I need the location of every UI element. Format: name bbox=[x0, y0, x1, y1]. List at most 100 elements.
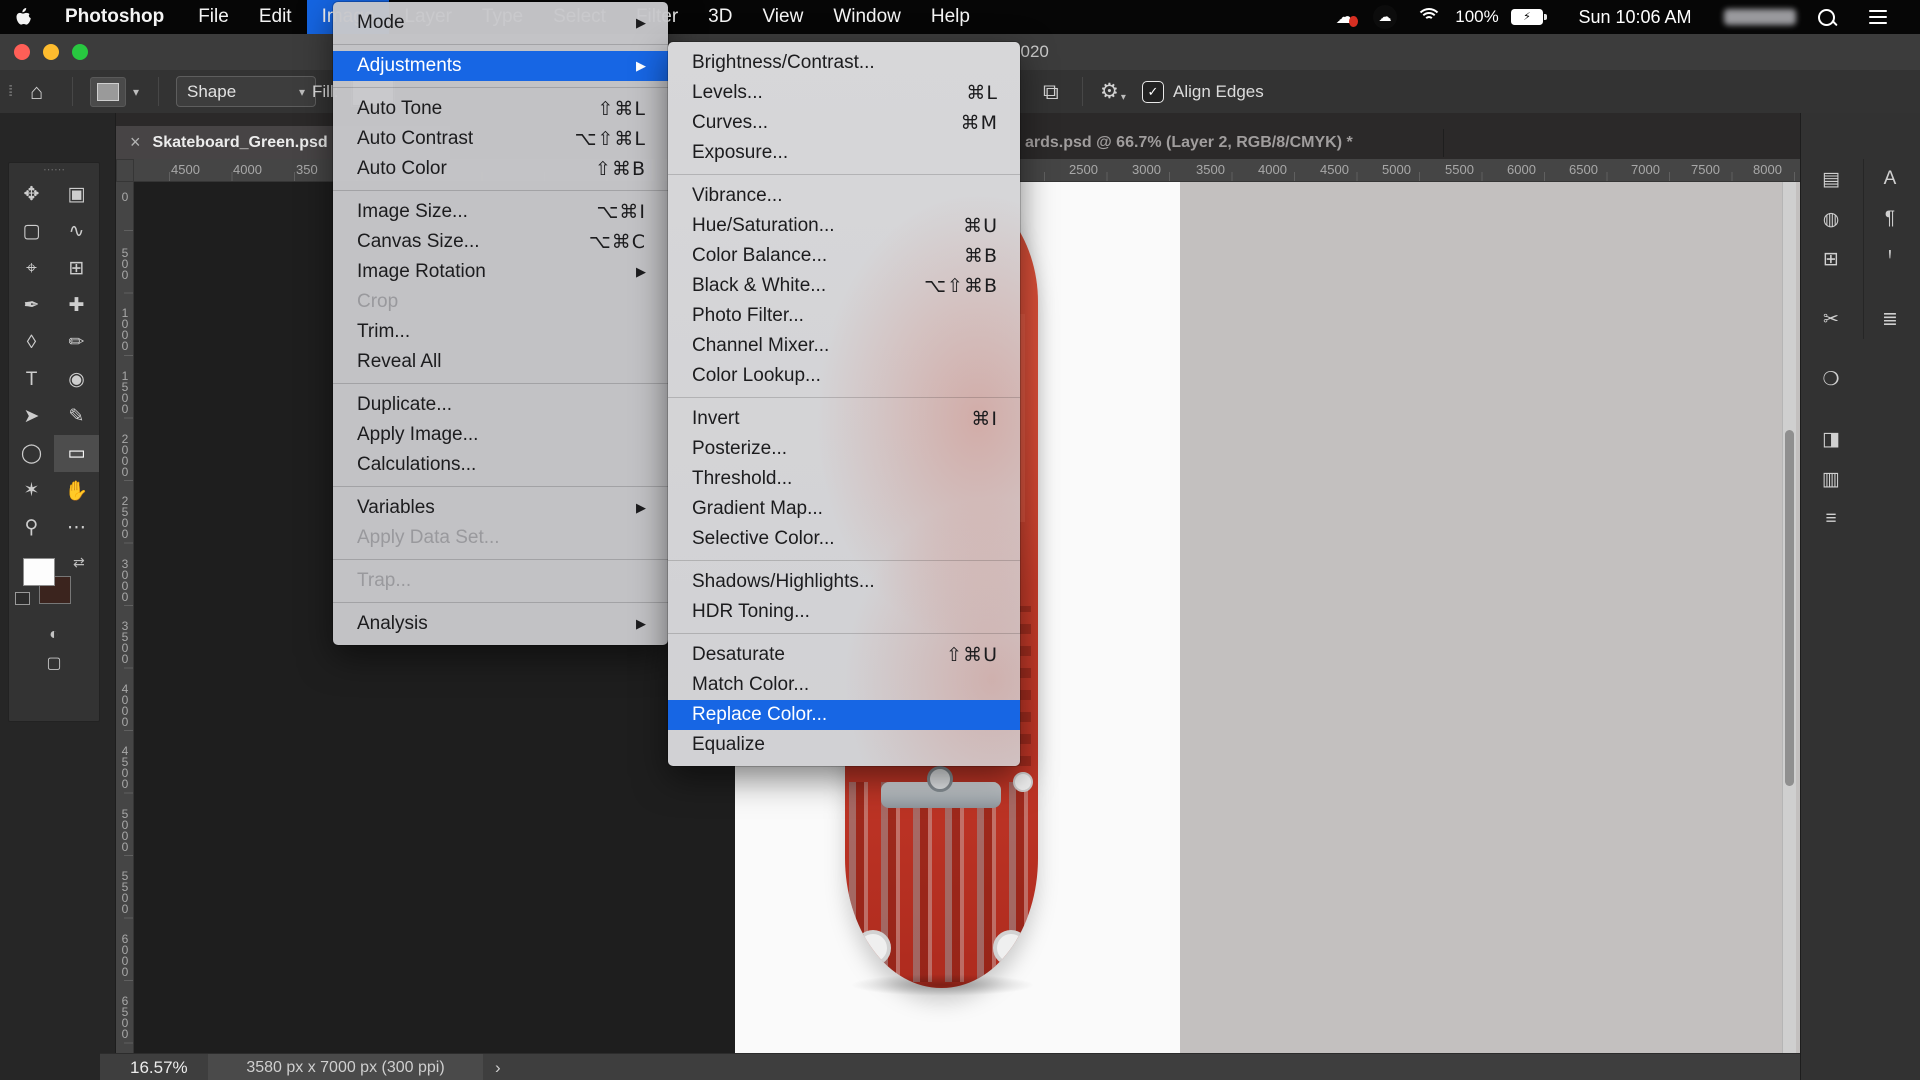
path-selection-tool[interactable]: ➤ bbox=[9, 398, 54, 435]
menu-item-adjustments[interactable]: Adjustments ▶ bbox=[333, 51, 668, 81]
tool-mode-select[interactable]: Shape ▾ bbox=[176, 70, 316, 113]
marquee-tool[interactable]: ▢ bbox=[9, 213, 54, 250]
menubar-item-photoshop[interactable]: Photoshop bbox=[46, 0, 183, 34]
menu-item-brightness-contrast[interactable]: Brightness/Contrast... bbox=[668, 48, 1020, 78]
menu-item-reveal-all[interactable]: Reveal All bbox=[333, 347, 668, 377]
menubar-clock[interactable]: Sun 10:06 AM bbox=[1560, 0, 1710, 34]
status-chevron-icon[interactable]: › bbox=[495, 1054, 501, 1080]
menubar-item-window[interactable]: Window bbox=[818, 0, 916, 34]
menu-item-levels[interactable]: Levels... ⌘L bbox=[668, 78, 1020, 108]
menu-item-mode[interactable]: Mode ▶ bbox=[333, 8, 668, 38]
shape-settings-gear-icon[interactable]: ⚙ ▾ bbox=[1100, 70, 1126, 113]
rectangle-tool[interactable]: ▭ bbox=[54, 435, 99, 472]
notes-panel-icon[interactable]: ≡ bbox=[1809, 499, 1853, 539]
menu-item-image-rotation[interactable]: Image Rotation ▶ bbox=[333, 257, 668, 287]
ellipse-tool[interactable]: ◯ bbox=[9, 435, 54, 472]
menu-item-channel-mixer[interactable]: Channel Mixer... bbox=[668, 331, 1020, 361]
default-colors-icon[interactable] bbox=[15, 592, 30, 605]
document-info[interactable]: 3580 px x 7000 px (300 ppi) bbox=[208, 1054, 483, 1080]
type-tool[interactable]: T bbox=[9, 361, 54, 398]
paragraph-panel-icon[interactable]: ¶ bbox=[1868, 199, 1912, 239]
menubar-item-help[interactable]: Help bbox=[916, 0, 985, 34]
menu-item-replace-color[interactable]: Replace Color... bbox=[668, 700, 1020, 730]
menubar-item-view[interactable]: View bbox=[747, 0, 818, 34]
character-panel-icon[interactable]: A bbox=[1868, 159, 1912, 199]
menu-item-desaturate[interactable]: Desaturate ⇧⌘U bbox=[668, 640, 1020, 670]
tool-preset-picker[interactable]: ▾ bbox=[90, 70, 139, 113]
crop-tool[interactable]: ⊞ bbox=[54, 250, 99, 287]
menu-item-selective-color[interactable]: Selective Color... bbox=[668, 524, 1020, 554]
vertical-ruler[interactable]: 0 500 1000 1500 2000 2500 3000 3500 4000… bbox=[116, 182, 134, 1080]
menu-item-canvas-size[interactable]: Canvas Size... ⌥⌘C bbox=[333, 227, 668, 257]
zoom-level-field[interactable]: 16.57% bbox=[130, 1054, 188, 1080]
menu-item-image-size[interactable]: Image Size... ⌥⌘I bbox=[333, 197, 668, 227]
menu-item-hue-saturation[interactable]: Hue/Saturation... ⌘U bbox=[668, 211, 1020, 241]
vertical-scrollbar[interactable] bbox=[1782, 182, 1796, 1071]
menu-item-duplicate[interactable]: Duplicate... bbox=[333, 390, 668, 420]
creative-cloud-icon[interactable]: ☁ bbox=[1368, 0, 1402, 34]
menu-item-calculations[interactable]: Calculations... bbox=[333, 450, 668, 480]
menu-item-curves[interactable]: Curves... ⌘M bbox=[668, 108, 1020, 138]
apple-menu[interactable] bbox=[0, 8, 46, 26]
menu-item-color-balance[interactable]: Color Balance... ⌘B bbox=[668, 241, 1020, 271]
menubar-item-3d[interactable]: 3D bbox=[693, 0, 747, 34]
hand-tool[interactable]: ✋ bbox=[54, 472, 99, 509]
menu-item-hdr-toning[interactable]: HDR Toning... bbox=[668, 597, 1020, 627]
info-panel-icon[interactable]: ▥ bbox=[1809, 459, 1853, 499]
align-edges-checkbox[interactable]: ✓ Align Edges bbox=[1142, 70, 1264, 113]
wifi-icon[interactable] bbox=[1412, 0, 1446, 34]
menu-item-threshold[interactable]: Threshold... bbox=[668, 464, 1020, 494]
menubar-item-edit[interactable]: Edit bbox=[244, 0, 307, 34]
menu-item-analysis[interactable]: Analysis ▶ bbox=[333, 609, 668, 639]
eraser-tool[interactable]: ◊ bbox=[9, 324, 54, 361]
custom-shape-tool[interactable]: ✶ bbox=[9, 472, 54, 509]
menu-item-auto-tone[interactable]: Auto Tone ⇧⌘L bbox=[333, 94, 668, 124]
healing-brush-tool[interactable]: ✚ bbox=[54, 287, 99, 324]
histogram-panel-icon[interactable]: ▤ bbox=[1809, 159, 1853, 199]
panel-grip[interactable]: ⋯⋯ bbox=[9, 163, 99, 176]
spotlight-search-icon[interactable] bbox=[1808, 0, 1844, 34]
layers-panel-icon[interactable]: ≣ bbox=[1868, 299, 1912, 339]
sync-error-cloud-icon[interactable]: ☁ bbox=[1328, 0, 1362, 34]
menu-item-variables[interactable]: Variables ▶ bbox=[333, 493, 668, 523]
zoom-tool[interactable]: ⚲ bbox=[9, 509, 54, 546]
grid-panel-icon[interactable]: ⊞ bbox=[1809, 239, 1853, 279]
menu-item-auto-color[interactable]: Auto Color ⇧⌘B bbox=[333, 154, 668, 184]
close-tab-icon[interactable]: × bbox=[130, 132, 141, 153]
ruler-origin-corner[interactable] bbox=[116, 159, 134, 182]
menu-item-color-lookup[interactable]: Color Lookup... bbox=[668, 361, 1020, 391]
more-tools-button[interactable]: ⋯ bbox=[54, 509, 99, 546]
menu-item-shadows-highlights[interactable]: Shadows/Highlights... bbox=[668, 567, 1020, 597]
menu-item-exposure[interactable]: Exposure... bbox=[668, 138, 1020, 168]
lasso-tool[interactable]: ∿ bbox=[54, 213, 99, 250]
menu-item-invert[interactable]: Invert ⌘I bbox=[668, 404, 1020, 434]
mask-panel-icon[interactable]: ◨ bbox=[1809, 419, 1853, 459]
move-tool[interactable]: ✥ bbox=[9, 176, 54, 213]
menu-item-equalize[interactable]: Equalize bbox=[668, 730, 1020, 760]
menu-item-black-white[interactable]: Black & White... ⌥⇧⌘B bbox=[668, 271, 1020, 301]
menu-item-apply-image[interactable]: Apply Image... bbox=[333, 420, 668, 450]
menu-item-auto-contrast[interactable]: Auto Contrast ⌥⇧⌘L bbox=[333, 124, 668, 154]
object-selection-tool[interactable]: ⌖ bbox=[9, 250, 54, 287]
vertical-scrollbar-thumb[interactable] bbox=[1785, 430, 1794, 786]
color-wheel-panel-icon[interactable]: ◍ bbox=[1809, 199, 1853, 239]
lightbulb-panel-icon[interactable]: ❍ bbox=[1809, 359, 1853, 399]
swap-colors-icon[interactable]: ⇄ bbox=[73, 554, 85, 571]
menu-item-match-color[interactable]: Match Color... bbox=[668, 670, 1020, 700]
menu-item-photo-filter[interactable]: Photo Filter... bbox=[668, 301, 1020, 331]
occluded-document-title[interactable]: ards.psd @ 66.7% (Layer 2, RGB/8/CMYK) * bbox=[1025, 126, 1353, 159]
menu-item-vibrance[interactable]: Vibrance... bbox=[668, 181, 1020, 211]
clone-stamp-tool[interactable]: ◉ bbox=[54, 361, 99, 398]
screen-mode-button[interactable]: ▢ bbox=[46, 653, 61, 673]
control-center-icon[interactable] bbox=[1856, 0, 1900, 34]
home-icon[interactable]: ⌂ bbox=[30, 70, 43, 113]
menu-item-gradient-map[interactable]: Gradient Map... bbox=[668, 494, 1020, 524]
scissors-panel-icon[interactable]: ✂ bbox=[1809, 299, 1853, 339]
frame-tool[interactable]: ▣ bbox=[54, 176, 99, 213]
eyedropper-tool[interactable]: ✒ bbox=[9, 287, 54, 324]
quick-mask-button[interactable]: ◐ bbox=[49, 626, 59, 644]
pen-tool[interactable]: ✎ bbox=[54, 398, 99, 435]
options-grip[interactable]: ⁞⁞ bbox=[8, 70, 14, 113]
foreground-color-swatch[interactable] bbox=[23, 558, 55, 586]
glyphs-panel-icon[interactable]: Ꞌ bbox=[1868, 239, 1912, 279]
